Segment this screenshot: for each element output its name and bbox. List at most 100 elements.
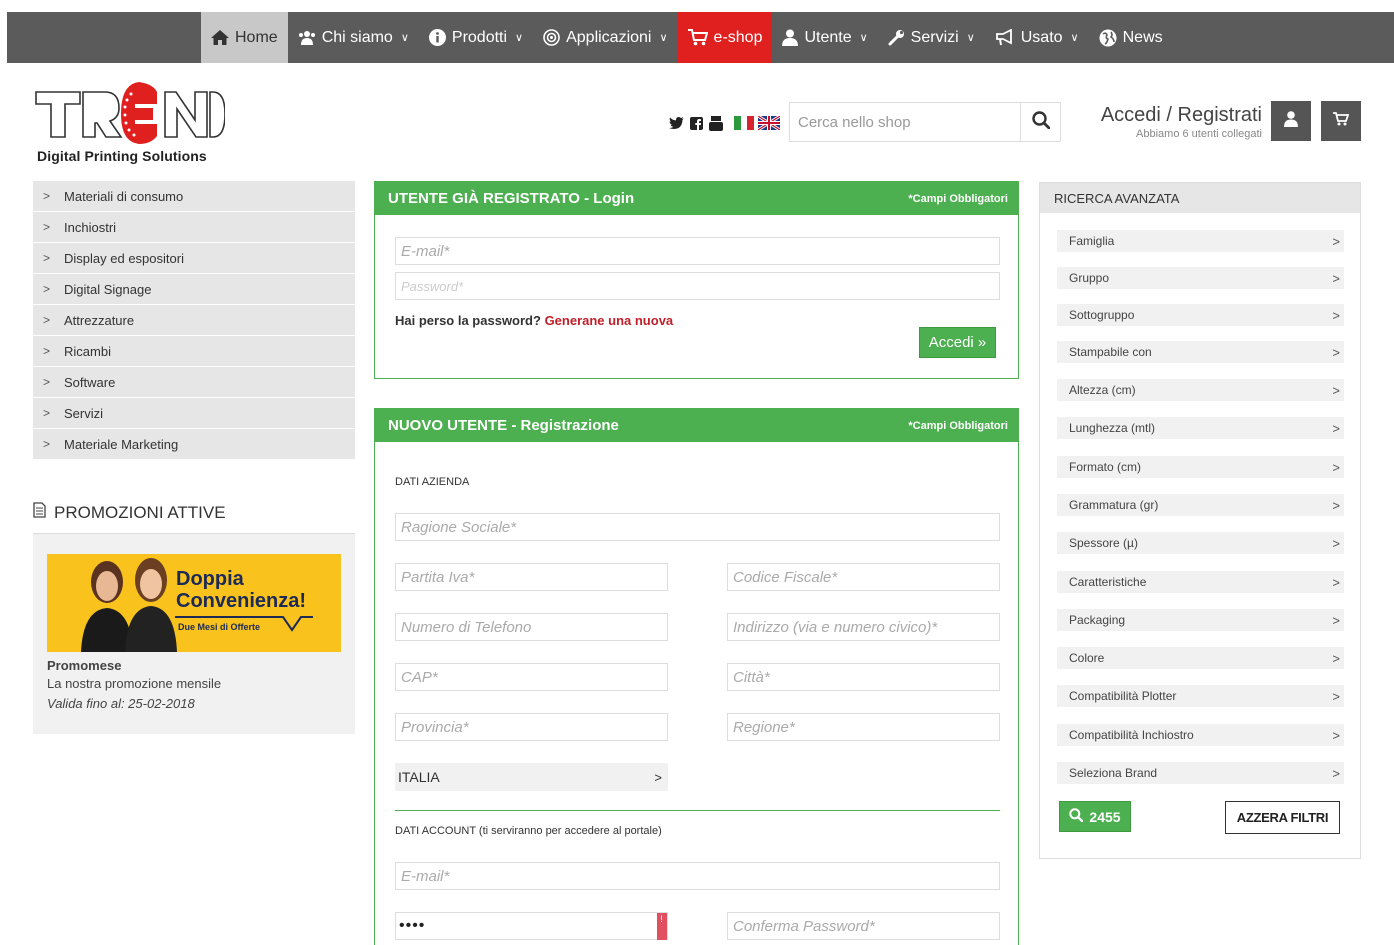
category-item[interactable]: > Attrezzature — [33, 305, 355, 335]
required-fields-note: *Campi Obbligatori — [908, 192, 1008, 205]
confirm-password-field[interactable]: Conferma Password* — [727, 912, 1000, 940]
chevron-right-icon: > — [1332, 344, 1340, 360]
social-links — [668, 115, 780, 131]
filter-item[interactable]: Compatibilità Plotter > — [1057, 685, 1344, 707]
chevron-down-icon: ∨ — [1070, 32, 1079, 44]
promotion-card[interactable]: Doppia Convenienza! Due Mesi di Offerte … — [33, 533, 355, 734]
filter-label: Formato (cm) — [1069, 460, 1141, 474]
category-item[interactable]: > Materiale Marketing — [33, 429, 355, 459]
promotion-banner-line2: Convenienza! — [176, 590, 307, 612]
filter-item[interactable]: Grammatura (gr) > — [1057, 494, 1344, 516]
city-field[interactable]: Città* — [727, 663, 1000, 691]
login-email-field[interactable]: E-mail* — [395, 237, 1000, 265]
nav-news[interactable]: News — [1089, 12, 1173, 63]
search-button[interactable] — [1020, 103, 1060, 141]
globe-icon — [1099, 29, 1117, 47]
filter-item[interactable]: Colore > — [1057, 647, 1344, 669]
region-field[interactable]: Regione* — [727, 713, 1000, 741]
category-label: Servizi — [64, 405, 104, 421]
chevron-right-icon: > — [43, 406, 51, 420]
filter-item[interactable]: Spessore (µ) > — [1057, 532, 1344, 554]
category-item[interactable]: > Inchiostri — [33, 212, 355, 242]
filter-item[interactable]: Compatibilità Inchiostro > — [1057, 724, 1344, 746]
phone-field[interactable]: Numero di Telefono — [395, 613, 668, 641]
nav-prodotti[interactable]: Prodotti ∨ — [419, 12, 533, 63]
category-item[interactable]: > Ricambi — [33, 336, 355, 366]
filter-item[interactable]: Seleziona Brand > — [1057, 762, 1344, 784]
nav-usato[interactable]: Usato ∨ — [985, 12, 1089, 63]
nav-news-label: News — [1122, 28, 1163, 46]
filter-item[interactable]: Stampabile con > — [1057, 341, 1344, 363]
chevron-right-icon: > — [43, 344, 51, 358]
home-icon — [211, 30, 229, 45]
nav-utente[interactable]: Utente ∨ — [772, 12, 877, 63]
tax-code-field[interactable]: Codice Fiscale* — [727, 563, 1000, 591]
company-data-label: DATI AZIENDA — [395, 476, 470, 488]
cart-button[interactable] — [1321, 101, 1361, 141]
promotion-banner[interactable]: Doppia Convenienza! Due Mesi di Offerte — [47, 554, 341, 652]
english-flag-icon[interactable] — [758, 116, 780, 130]
filter-item[interactable]: Famiglia > — [1057, 230, 1344, 252]
category-item[interactable]: > Servizi — [33, 398, 355, 428]
company-name-field[interactable]: Ragione Sociale* — [395, 513, 1000, 541]
filter-item[interactable]: Altezza (cm) > — [1057, 379, 1344, 401]
nav-home[interactable]: Home — [201, 12, 288, 63]
twitter-icon[interactable] — [668, 116, 684, 130]
search-input[interactable] — [790, 103, 1020, 141]
filter-item[interactable]: Caratteristiche > — [1057, 571, 1344, 593]
section-divider — [395, 810, 1000, 811]
vat-number-field[interactable]: Partita Iva* — [395, 563, 668, 591]
country-value: ITALIA — [398, 769, 440, 785]
search-icon — [1069, 808, 1084, 825]
postal-code-field[interactable]: CAP* — [395, 663, 668, 691]
reset-password-link[interactable]: Generane una nuova — [545, 313, 674, 328]
youtube-icon[interactable] — [708, 115, 724, 131]
login-password-field[interactable]: Password* — [395, 272, 1000, 300]
province-field[interactable]: Provincia* — [395, 713, 668, 741]
account-area: Accedi / Registrati Abbiamo 6 utenti col… — [1090, 104, 1262, 140]
nav-applicazioni-label: Applicazioni — [566, 28, 652, 46]
category-item[interactable]: > Materiali di consumo — [33, 181, 355, 211]
filter-item[interactable]: Lunghezza (mtl) > — [1057, 417, 1344, 439]
filter-item[interactable]: Formato (cm) > — [1057, 456, 1344, 478]
login-register-link[interactable]: Accedi / Registrati — [1090, 104, 1262, 127]
nav-eshop[interactable]: e-shop — [677, 12, 773, 63]
reset-filters-button[interactable]: AZZERA FILTRI — [1225, 801, 1340, 834]
filter-label: Stampabile con — [1069, 345, 1152, 359]
facebook-icon[interactable] — [688, 116, 704, 130]
address-field[interactable]: Indirizzo (via e numero civico)* — [727, 613, 1000, 641]
chevron-right-icon: > — [43, 313, 51, 327]
registration-password-field[interactable]: •••• ! — [395, 912, 668, 940]
country-select[interactable]: ITALIA > — [395, 763, 668, 791]
promotion-banner-line1: Doppia — [176, 568, 244, 590]
category-item[interactable]: > Display ed espositori — [33, 243, 355, 273]
advanced-search-title: RICERCA AVANZATA — [1040, 183, 1360, 213]
filter-item[interactable]: Packaging > — [1057, 609, 1344, 631]
category-item[interactable]: > Software — [33, 367, 355, 397]
nav-servizi[interactable]: Servizi ∨ — [878, 12, 985, 63]
forgot-password: Hai perso la password? Generane una nuov… — [395, 313, 673, 328]
nav-chi-siamo[interactable]: Chi siamo ∨ — [288, 12, 419, 63]
filter-item[interactable]: Gruppo > — [1057, 267, 1344, 289]
chevron-down-icon: ∨ — [966, 32, 975, 44]
wrench-icon — [888, 29, 905, 46]
user-account-button[interactable] — [1271, 101, 1311, 141]
advanced-search-panel: RICERCA AVANZATA Famiglia > Gruppo > Sotto… — [1039, 182, 1361, 859]
login-submit-button[interactable]: Accedi » — [919, 327, 996, 358]
site-logo[interactable]: Digital Printing Solutions — [35, 82, 226, 166]
filter-label: Caratteristiche — [1069, 575, 1147, 589]
registration-email-field[interactable]: E-mail* — [395, 862, 1000, 890]
filter-label: Colore — [1069, 651, 1105, 665]
filter-item[interactable]: Sottogruppo > — [1057, 304, 1344, 326]
nav-utente-label: Utente — [804, 28, 852, 46]
search-results-button[interactable]: 2455 — [1059, 801, 1131, 832]
password-value: •••• — [399, 917, 426, 934]
nav-applicazioni[interactable]: Applicazioni ∨ — [533, 12, 677, 63]
chevron-right-icon: > — [1332, 650, 1340, 666]
italian-flag-icon[interactable] — [734, 116, 755, 130]
chevron-right-icon: > — [1332, 420, 1340, 436]
chevron-down-icon: ∨ — [515, 32, 524, 44]
login-title: UTENTE GIÀ REGISTRATO - Login — [388, 190, 635, 207]
category-item[interactable]: > Digital Signage — [33, 274, 355, 304]
filter-label: Grammatura (gr) — [1069, 498, 1159, 512]
